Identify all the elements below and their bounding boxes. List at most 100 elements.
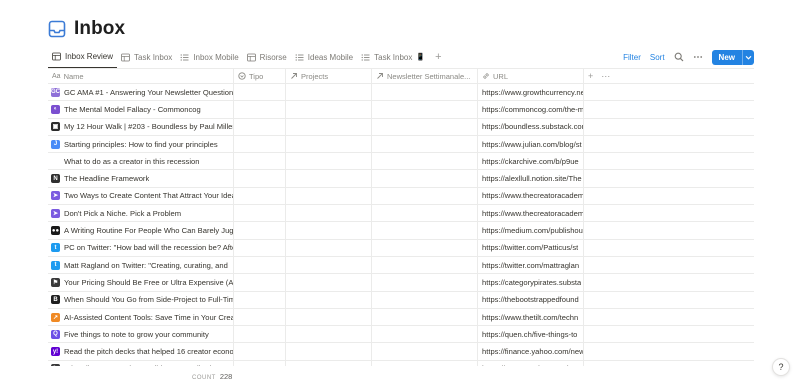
url-cell[interactable]: https://www.thecreatoracademy <box>478 187 584 205</box>
column-header-url[interactable]: URL <box>478 69 584 83</box>
url-link[interactable]: https://medium.com/publishous <box>482 226 583 235</box>
column-header-tipo[interactable]: Tipo <box>234 69 286 83</box>
view-tab[interactable]: Inbox Review <box>48 46 118 68</box>
table-row[interactable]: ↗ AI-Assisted Content Tools: Save Time in… <box>48 308 754 327</box>
projects-cell[interactable] <box>286 118 372 135</box>
url-link[interactable]: https://categorypirates.substa <box>482 278 581 287</box>
name-cell[interactable]: t PC on Twitter: "How bad will the recess… <box>48 239 234 256</box>
projects-cell[interactable] <box>286 101 372 118</box>
tipo-cell[interactable] <box>234 360 286 366</box>
url-cell[interactable]: https://medium.com/publishous <box>478 222 584 239</box>
url-link[interactable]: https://boundless.substack.com <box>482 122 583 131</box>
tipo-cell[interactable] <box>234 118 286 135</box>
view-tab[interactable]: Risorse <box>243 46 291 68</box>
url-link[interactable]: https://twitter.com/mattraglan <box>482 261 579 270</box>
tipo-cell[interactable] <box>234 153 286 170</box>
url-cell[interactable]: https://categorypirates.substa <box>478 360 584 366</box>
url-link[interactable]: https://twitter.com/Patticus/st <box>482 243 578 252</box>
view-tab[interactable]: Ideas Mobile <box>291 46 357 68</box>
projects-cell[interactable] <box>286 274 372 291</box>
name-cell[interactable]: GC GC AMA #1 - Answering Your Newsletter … <box>48 84 234 101</box>
url-cell[interactable]: https://finance.yahoo.com/new <box>478 343 584 360</box>
sort-button[interactable]: Sort <box>650 53 665 62</box>
tipo-cell[interactable] <box>234 84 286 101</box>
table-row[interactable]: What to do as a creator in this recessio… <box>48 153 754 171</box>
projects-cell[interactable] <box>286 153 372 170</box>
newsletter-cell[interactable] <box>372 135 478 153</box>
url-link[interactable]: https://thebootstrappedfound <box>482 295 579 304</box>
projects-cell[interactable] <box>286 135 372 153</box>
url-cell[interactable]: https://www.thecreatoracademy <box>478 205 584 222</box>
url-link[interactable]: https://www.growthcurrency.net <box>482 88 583 97</box>
tipo-cell[interactable] <box>234 135 286 153</box>
name-cell[interactable]: ➤ Two Ways to Create Content That Attract… <box>48 187 234 205</box>
url-link[interactable]: https://quen.ch/five-things-to <box>482 330 577 339</box>
table-row[interactable]: ⚑ Why All Category Kings Build Fast Small… <box>48 360 754 366</box>
url-cell[interactable]: https://www.growthcurrency.net <box>478 84 584 101</box>
url-cell[interactable]: https://thebootstrappedfound <box>478 291 584 308</box>
help-button[interactable]: ? <box>772 358 790 376</box>
newsletter-cell[interactable] <box>372 343 478 360</box>
url-cell[interactable]: https://commoncog.com/the-mental <box>478 101 584 118</box>
projects-cell[interactable] <box>286 343 372 360</box>
tipo-cell[interactable] <box>234 256 286 274</box>
projects-cell[interactable] <box>286 239 372 256</box>
more-properties-icon[interactable]: ⋯ <box>601 71 610 82</box>
table-row[interactable]: t Matt Ragland on Twitter: "Creating, cur… <box>48 256 754 275</box>
url-cell[interactable]: https://www.julian.com/blog/st <box>478 135 584 153</box>
name-cell[interactable]: N The Headline Framework <box>48 170 234 187</box>
url-cell[interactable]: https://www.thetilt.com/techn <box>478 308 584 326</box>
more-options-icon[interactable] <box>693 52 703 62</box>
tipo-cell[interactable] <box>234 343 286 360</box>
table-row[interactable]: GC GC AMA #1 - Answering Your Newsletter … <box>48 84 754 102</box>
url-link[interactable]: https://commoncog.com/the-mental <box>482 105 583 114</box>
url-link[interactable]: https://categorypirates.substa <box>482 364 581 366</box>
table-row[interactable]: J Starting principles: How to find your p… <box>48 135 754 154</box>
name-cell[interactable]: ⚑ Your Pricing Should Be Free or Ultra Ex… <box>48 274 234 291</box>
newsletter-cell[interactable] <box>372 308 478 326</box>
newsletter-cell[interactable] <box>372 101 478 118</box>
name-cell[interactable]: ◐ The Mental Model Fallacy - Commoncog <box>48 101 234 118</box>
newsletter-cell[interactable] <box>372 326 478 343</box>
name-cell[interactable]: ➤ Don't Pick a Niche. Pick a Problem <box>48 205 234 222</box>
projects-cell[interactable] <box>286 187 372 205</box>
url-link[interactable]: https://finance.yahoo.com/new <box>482 347 583 356</box>
view-tab[interactable]: Task Inbox <box>117 46 176 68</box>
new-button[interactable]: New <box>712 50 742 65</box>
view-tab[interactable]: Task Inbox 📱 <box>357 46 429 68</box>
table-row[interactable]: ➤ Don't Pick a Niche. Pick a Problem https… <box>48 205 754 223</box>
tipo-cell[interactable] <box>234 222 286 239</box>
tipo-cell[interactable] <box>234 187 286 205</box>
url-link[interactable]: https://www.thetilt.com/techn <box>482 313 578 322</box>
name-cell[interactable]: Q Five things to note to grow your commun… <box>48 326 234 343</box>
table-row[interactable]: Q Five things to note to grow your commun… <box>48 326 754 344</box>
search-icon[interactable] <box>674 52 684 62</box>
newsletter-cell[interactable] <box>372 170 478 187</box>
table-row[interactable]: ▣ My 12 Hour Walk | #203 - Boundless by P… <box>48 118 754 136</box>
tipo-cell[interactable] <box>234 205 286 222</box>
url-cell[interactable]: https://ckarchive.com/b/p9ue <box>478 153 584 170</box>
url-link[interactable]: https://alexllull.notion.site/The <box>482 174 582 183</box>
table-row[interactable]: B When Should You Go from Side-Project to… <box>48 291 754 309</box>
table-row[interactable]: y! Read the pitch decks that helped 16 cr… <box>48 343 754 361</box>
tipo-cell[interactable] <box>234 326 286 343</box>
url-link[interactable]: https://www.thecreatoracademy <box>482 209 583 218</box>
url-cell[interactable]: https://boundless.substack.com <box>478 118 584 135</box>
table-row[interactable]: ➤ Two Ways to Create Content That Attract… <box>48 187 754 206</box>
name-cell[interactable]: J Starting principles: How to find your p… <box>48 135 234 153</box>
name-cell[interactable]: ▣ My 12 Hour Walk | #203 - Boundless by P… <box>48 118 234 135</box>
projects-cell[interactable] <box>286 308 372 326</box>
projects-cell[interactable] <box>286 205 372 222</box>
projects-cell[interactable] <box>286 291 372 308</box>
newsletter-cell[interactable] <box>372 187 478 205</box>
table-row[interactable]: t PC on Twitter: "How bad will the recess… <box>48 239 754 257</box>
newsletter-cell[interactable] <box>372 274 478 291</box>
newsletter-cell[interactable] <box>372 153 478 170</box>
name-cell[interactable]: What to do as a creator in this recessio… <box>48 153 234 170</box>
newsletter-cell[interactable] <box>372 256 478 274</box>
projects-cell[interactable] <box>286 360 372 366</box>
name-cell[interactable]: ⚑ Why All Category Kings Build Fast Small… <box>48 360 234 366</box>
newsletter-cell[interactable] <box>372 222 478 239</box>
url-cell[interactable]: https://quen.ch/five-things-to <box>478 326 584 343</box>
name-cell[interactable]: t Matt Ragland on Twitter: "Creating, cur… <box>48 256 234 274</box>
